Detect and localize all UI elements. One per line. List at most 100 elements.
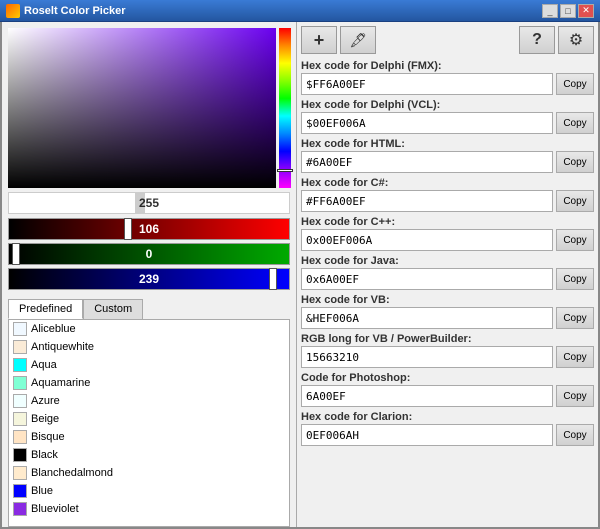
picker-container (8, 28, 291, 188)
maximize-button[interactable]: □ (560, 4, 576, 18)
hex-input-row: Copy (301, 307, 594, 329)
color-swatch (13, 448, 27, 462)
red-slider-handle[interactable] (124, 218, 132, 240)
hex-row: Hex code for C#:Copy (301, 177, 594, 212)
hex-label: Hex code for Clarion: (301, 411, 594, 423)
top-right-row: + 🖋 ? ⚙ (301, 26, 594, 54)
copy-button[interactable]: Copy (556, 112, 594, 134)
green-value: 0 (146, 247, 153, 261)
minimize-button[interactable]: _ (542, 4, 558, 18)
hue-handle (277, 169, 293, 172)
color-name: Black (31, 449, 58, 461)
color-swatch (13, 412, 27, 426)
help-button[interactable]: ? (519, 26, 555, 54)
title-controls: _ □ ✕ (542, 4, 594, 18)
color-list[interactable]: Aliceblue Antiquewhite Aqua AquamarineAzure… (8, 319, 290, 527)
color-name: Beige (31, 413, 59, 425)
hex-label: RGB long for VB / PowerBuilder: (301, 333, 594, 345)
hex-input[interactable] (301, 112, 553, 134)
tab-predefined[interactable]: Predefined (8, 299, 83, 319)
hex-input[interactable] (301, 268, 553, 290)
hex-input[interactable] (301, 424, 553, 446)
green-slider[interactable]: 0 (8, 243, 290, 265)
color-swatch (13, 466, 27, 480)
color-name: Blue (31, 485, 53, 497)
list-item[interactable]: Aliceblue (9, 320, 289, 338)
hex-input[interactable] (301, 190, 553, 212)
copy-button[interactable]: Copy (556, 385, 594, 407)
hex-input-row: Copy (301, 112, 594, 134)
hex-input[interactable] (301, 307, 553, 329)
blue-slider[interactable]: 239 (8, 268, 290, 290)
close-button[interactable]: ✕ (578, 4, 594, 18)
white-slider[interactable]: 255 (8, 192, 290, 214)
color-gradient[interactable] (8, 28, 276, 188)
color-name: Aliceblue (31, 323, 76, 335)
color-swatch (13, 340, 27, 354)
hex-label: Hex code for Delphi (VCL): (301, 99, 594, 111)
list-item[interactable]: Aquamarine (9, 374, 289, 392)
hex-row: Hex code for Clarion:Copy (301, 411, 594, 446)
copy-button[interactable]: Copy (556, 151, 594, 173)
list-item[interactable]: Bisque (9, 428, 289, 446)
color-swatch (13, 502, 27, 516)
hex-row: Code for Photoshop:Copy (301, 372, 594, 407)
app-icon (6, 4, 20, 18)
tab-custom[interactable]: Custom (83, 299, 143, 319)
hex-input-row: Copy (301, 229, 594, 251)
copy-button[interactable]: Copy (556, 190, 594, 212)
list-item[interactable]: Blueviolet (9, 500, 289, 518)
settings-button[interactable]: ⚙ (558, 26, 594, 54)
hex-row: Hex code for C++:Copy (301, 216, 594, 251)
list-item[interactable]: Aqua (9, 356, 289, 374)
hex-label: Hex code for C#: (301, 177, 594, 189)
color-swatch (13, 394, 27, 408)
hex-input-row: Copy (301, 73, 594, 95)
hex-input-row: Copy (301, 346, 594, 368)
hex-input-row: Copy (301, 385, 594, 407)
hex-label: Hex code for Delphi (FMX): (301, 60, 594, 72)
title-bar-left: Roselt Color Picker (6, 4, 125, 18)
hex-row: Hex code for Delphi (VCL):Copy (301, 99, 594, 134)
red-slider-row: 106 (8, 218, 290, 240)
list-item[interactable]: Black (9, 446, 289, 464)
hex-input[interactable] (301, 73, 553, 95)
list-item[interactable]: Blue (9, 482, 289, 500)
color-name: Aqua (31, 359, 57, 371)
hex-label: Code for Photoshop: (301, 372, 594, 384)
color-swatch (13, 430, 27, 444)
hex-input[interactable] (301, 151, 553, 173)
red-value: 106 (139, 222, 159, 236)
copy-button[interactable]: Copy (556, 229, 594, 251)
list-item[interactable]: Azure (9, 392, 289, 410)
color-name: Blanchedalmond (31, 467, 113, 479)
eyedropper-button[interactable]: 🖋 (340, 26, 376, 54)
copy-button[interactable]: Copy (556, 268, 594, 290)
copy-button[interactable]: Copy (556, 424, 594, 446)
copy-button[interactable]: Copy (556, 307, 594, 329)
list-item[interactable]: Beige (9, 410, 289, 428)
list-item[interactable]: Blanchedalmond (9, 464, 289, 482)
blue-slider-handle[interactable] (269, 268, 277, 290)
color-swatch (13, 484, 27, 498)
color-swatch (13, 358, 27, 372)
red-slider[interactable]: 106 (8, 218, 290, 240)
hex-input[interactable] (301, 385, 553, 407)
green-slider-handle[interactable] (12, 243, 20, 265)
add-button[interactable]: + (301, 26, 337, 54)
copy-button[interactable]: Copy (556, 73, 594, 95)
white-slider-handle[interactable] (135, 193, 145, 213)
plus-icon: + (314, 30, 325, 51)
right-panel: + 🖋 ? ⚙ Hex code for Delphi (FMX):CopyHe… (297, 22, 598, 527)
hex-row: Hex code for VB:Copy (301, 294, 594, 329)
hex-input[interactable] (301, 229, 553, 251)
list-item[interactable]: Antiquewhite (9, 338, 289, 356)
green-slider-row: 0 (8, 243, 290, 265)
color-name: Bisque (31, 431, 65, 443)
question-icon: ? (532, 31, 542, 49)
hex-input-row: Copy (301, 190, 594, 212)
hex-input[interactable] (301, 346, 553, 368)
hue-slider[interactable] (279, 28, 291, 188)
copy-button[interactable]: Copy (556, 346, 594, 368)
hex-label: Hex code for VB: (301, 294, 594, 306)
